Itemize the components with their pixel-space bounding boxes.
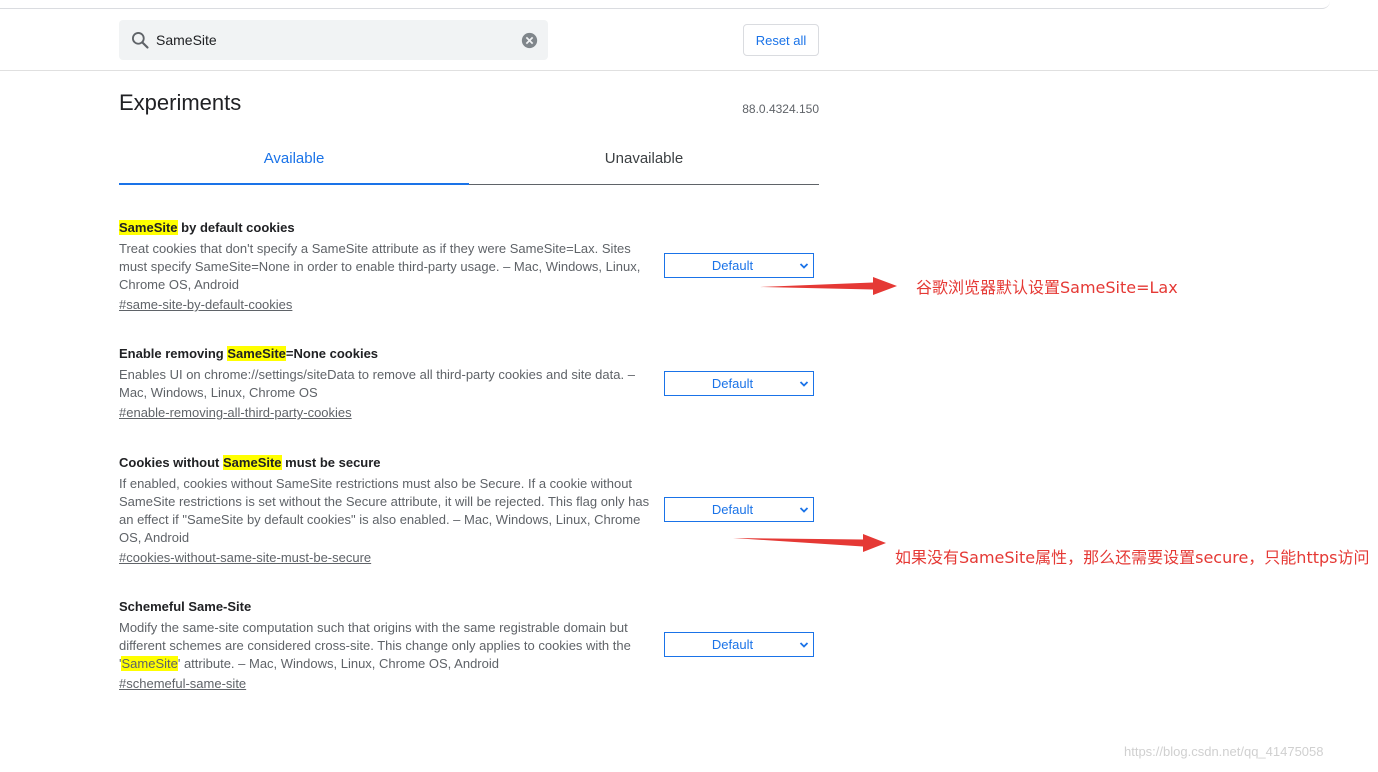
- experiment-description: Enables UI on chrome://settings/siteData…: [119, 367, 635, 400]
- annotation-secure-required: 如果没有SameSite属性，那么还需要设置secure，只能https访问: [895, 548, 1370, 567]
- experiment-link[interactable]: #cookies-without-same-site-must-be-secur…: [119, 549, 371, 567]
- experiment-name-prefix: Cookies without: [119, 455, 223, 470]
- select-value: Default: [711, 502, 754, 517]
- experiment-name-prefix: Enable removing: [119, 346, 228, 361]
- select-value: Default: [711, 376, 754, 391]
- experiment-select[interactable]: Default: [664, 632, 814, 657]
- search-highlight: SameSite: [223, 455, 282, 470]
- experiment-name: Cookies without SameSite must be secure: [119, 454, 819, 472]
- chevron-down-icon: [799, 263, 809, 269]
- chevron-down-icon: [799, 642, 809, 648]
- experiment-description: Modify the same-site computation such th…: [119, 619, 654, 673]
- experiment-name-rest: =None cookies: [285, 346, 379, 361]
- experiment-select[interactable]: Default: [664, 371, 814, 396]
- experiment-name-rest: must be secure: [281, 455, 381, 470]
- search-icon: [132, 32, 149, 49]
- experiment-description-rest: ' attribute. – Mac, Windows, Linux, Chro…: [177, 656, 499, 671]
- select-value: Default: [711, 637, 754, 652]
- watermark: https://blog.csdn.net/qq_41475058: [1124, 744, 1324, 759]
- experiment-link[interactable]: #same-site-by-default-cookies: [119, 296, 292, 314]
- flags-page: Reset all Experiments 88.0.4324.150 Avai…: [0, 0, 1378, 772]
- search-highlight: SameSite: [227, 346, 286, 361]
- experiment-name: Schemeful Same-Site: [119, 599, 252, 614]
- experiment-name-rest: by default cookies: [177, 220, 295, 235]
- tab-unavailable[interactable]: Unavailable: [469, 140, 819, 183]
- chevron-down-icon: [799, 381, 809, 387]
- experiment-description: Treat cookies that don't specify a SameS…: [119, 241, 641, 292]
- flags-header: Reset all: [0, 10, 1378, 71]
- tab-available[interactable]: Available: [119, 140, 469, 185]
- reset-all-button[interactable]: Reset all: [743, 24, 819, 56]
- page-title: Experiments: [119, 90, 242, 115]
- search-highlight: SameSite: [121, 656, 178, 671]
- version-label: 88.0.4324.150: [742, 102, 819, 116]
- clear-search-icon[interactable]: [521, 32, 538, 49]
- experiment-name: Enable removing SameSite=None cookies: [119, 345, 819, 363]
- search-highlight: SameSite: [119, 220, 178, 235]
- annotation-arrow-icon: [733, 534, 886, 552]
- top-edge-curve: [0, 0, 1330, 9]
- chevron-down-icon: [799, 507, 809, 513]
- experiment-select[interactable]: Default: [664, 497, 814, 522]
- experiment-name: SameSite by default cookies: [119, 219, 819, 237]
- experiment-description: If enabled, cookies without SameSite res…: [119, 476, 650, 545]
- search-input[interactable]: [156, 20, 506, 60]
- annotation-default-lax: 谷歌浏览器默认设置SameSite=Lax: [916, 278, 1178, 297]
- experiment-link[interactable]: #enable-removing-all-third-party-cookies: [119, 404, 352, 422]
- annotation-arrow-icon: [760, 277, 897, 295]
- search-box[interactable]: [119, 20, 548, 60]
- tab-bar: Available Unavailable: [119, 140, 819, 185]
- experiment-link[interactable]: #schemeful-same-site: [119, 675, 246, 693]
